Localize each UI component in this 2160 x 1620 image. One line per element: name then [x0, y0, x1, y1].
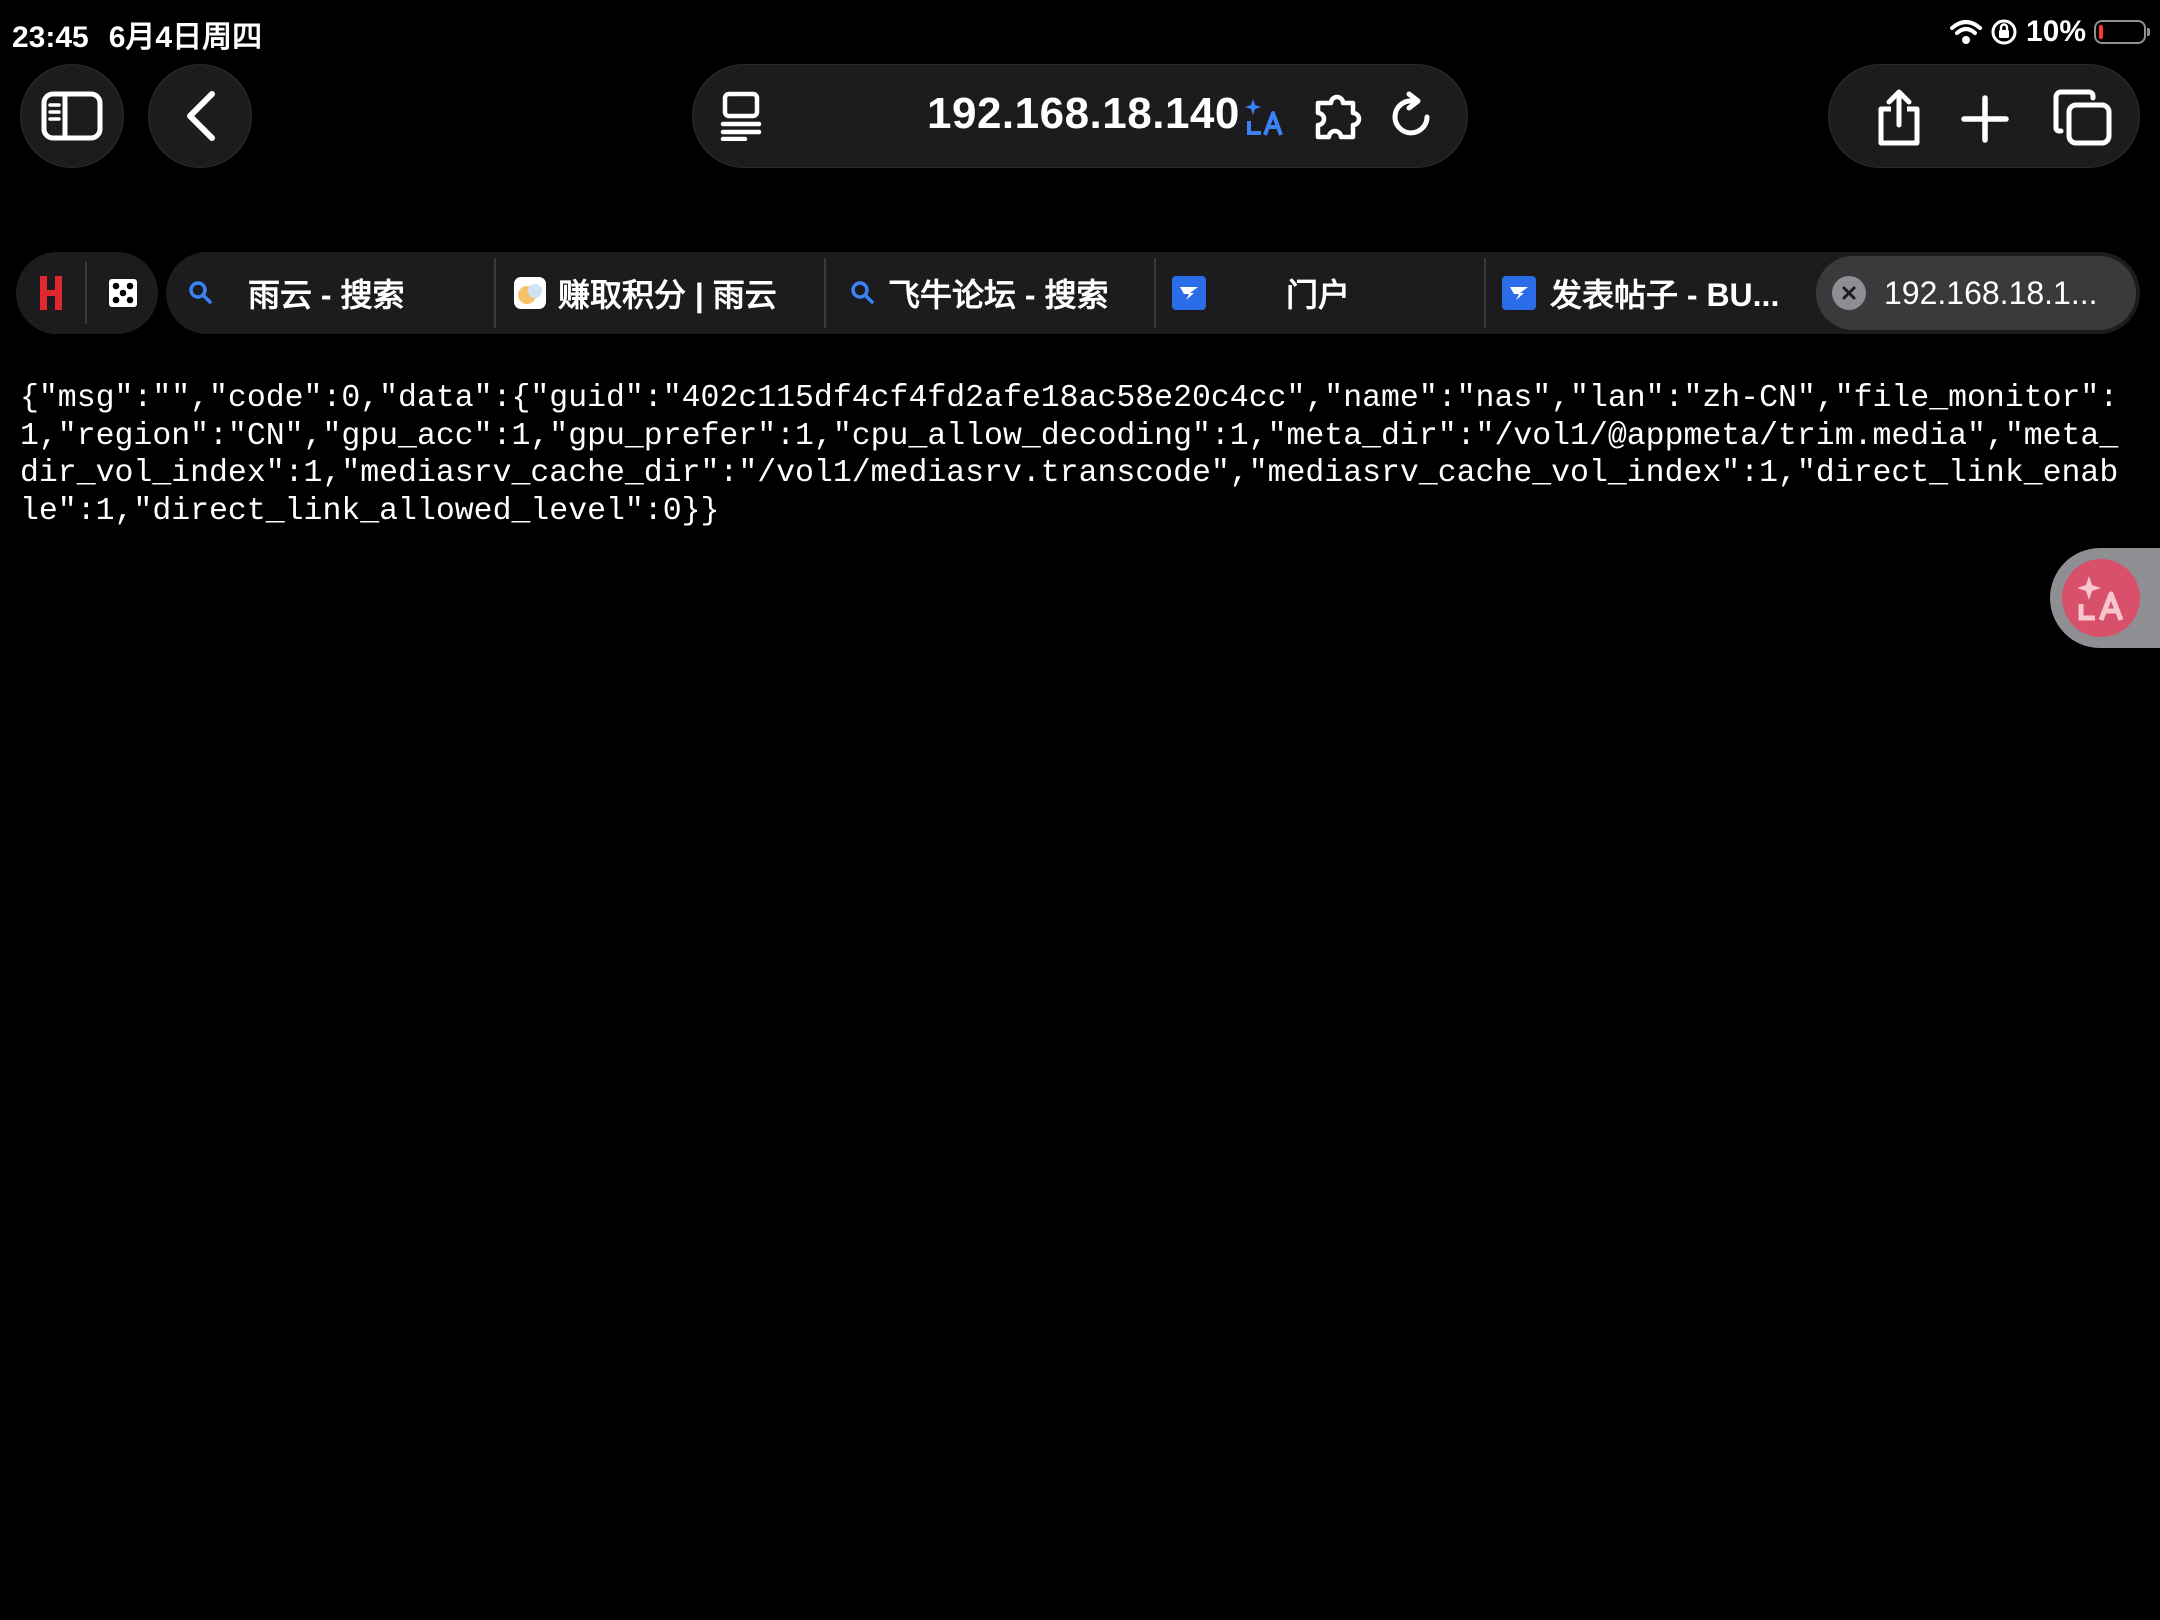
pinned-tab-h-icon[interactable] [38, 274, 64, 312]
page-menu-icon[interactable] [719, 91, 763, 141]
tab-overview-icon[interactable] [2053, 89, 2113, 147]
chevron-left-icon [187, 91, 215, 141]
tab-separator [494, 258, 496, 328]
tab-title: 雨云 - 搜索 [248, 277, 405, 313]
orientation-lock-icon [1991, 19, 2017, 45]
close-tab-button[interactable] [1832, 276, 1866, 310]
translate-icon[interactable] [1245, 95, 1283, 137]
tab-separator [1484, 258, 1486, 328]
back-button[interactable] [148, 64, 252, 168]
fnnas-favicon [1172, 276, 1206, 310]
reload-icon[interactable] [1387, 91, 1437, 143]
tab-separator [824, 258, 826, 328]
sidebar-toggle-button[interactable] [20, 64, 124, 168]
fnnas-favicon [1502, 276, 1536, 310]
status-time: 23:45 [12, 21, 89, 54]
toolbar-actions [1828, 64, 2140, 168]
share-icon[interactable] [1873, 89, 1925, 147]
tab-rainyun-search[interactable]: 雨云 - 搜索 [188, 252, 488, 334]
tab-title: 192.168.18.1... [1884, 274, 2098, 311]
tab-bar: 雨云 - 搜索 赚取积分 | 雨云 飞牛论坛 - 搜索 门户 发表帖子 - BU… [166, 252, 2140, 334]
address-bar[interactable]: 192.168.18.140 [692, 64, 1468, 168]
tab-title: 赚取积分 | 雨云 [558, 277, 777, 313]
rainyun-favicon [514, 277, 546, 309]
url-text[interactable]: 192.168.18.140 [927, 89, 1240, 139]
json-response-text: {"msg":"","code":0,"data":{"guid":"402c1… [20, 381, 2119, 529]
search-icon [851, 281, 874, 304]
tab-title: 飞牛论坛 - 搜索 [888, 277, 1109, 313]
tab-current-page[interactable]: 192.168.18.1... [1816, 256, 2136, 330]
floating-translate-button[interactable] [2050, 548, 2160, 648]
search-icon [189, 281, 212, 304]
battery-fill [2099, 25, 2103, 39]
status-left: 23:45 6月4日周四 [12, 12, 282, 56]
tab-title: 门户 [1286, 277, 1351, 313]
tab-fnnas-forum-search[interactable]: 飞牛论坛 - 搜索 [850, 252, 1160, 334]
sidebar-icon [41, 91, 103, 141]
tab-earn-points[interactable]: 赚取积分 | 雨云 [514, 252, 826, 334]
tab-title: 发表帖子 - BU... [1550, 277, 1780, 313]
tab-portal[interactable]: 门户 [1172, 252, 1472, 334]
new-tab-icon[interactable] [1961, 95, 2009, 143]
floating-translate-circle [2062, 559, 2140, 637]
close-icon [1842, 286, 1856, 300]
pinned-tabs [16, 252, 158, 334]
status-right: 10% [1949, 12, 2150, 52]
battery-icon [2094, 20, 2150, 44]
translate-icon [2077, 576, 2124, 621]
tab-new-post[interactable]: 发表帖子 - BU... [1502, 252, 1802, 334]
pinned-tab-dice-icon[interactable] [108, 278, 138, 308]
pinned-divider [85, 262, 87, 324]
battery-percentage: 10% [2025, 15, 2086, 48]
extension-puzzle-icon[interactable] [1313, 91, 1369, 143]
tab-separator [1154, 258, 1156, 328]
status-date: 6月4日周四 [108, 21, 263, 54]
wifi-icon [1949, 20, 1982, 44]
